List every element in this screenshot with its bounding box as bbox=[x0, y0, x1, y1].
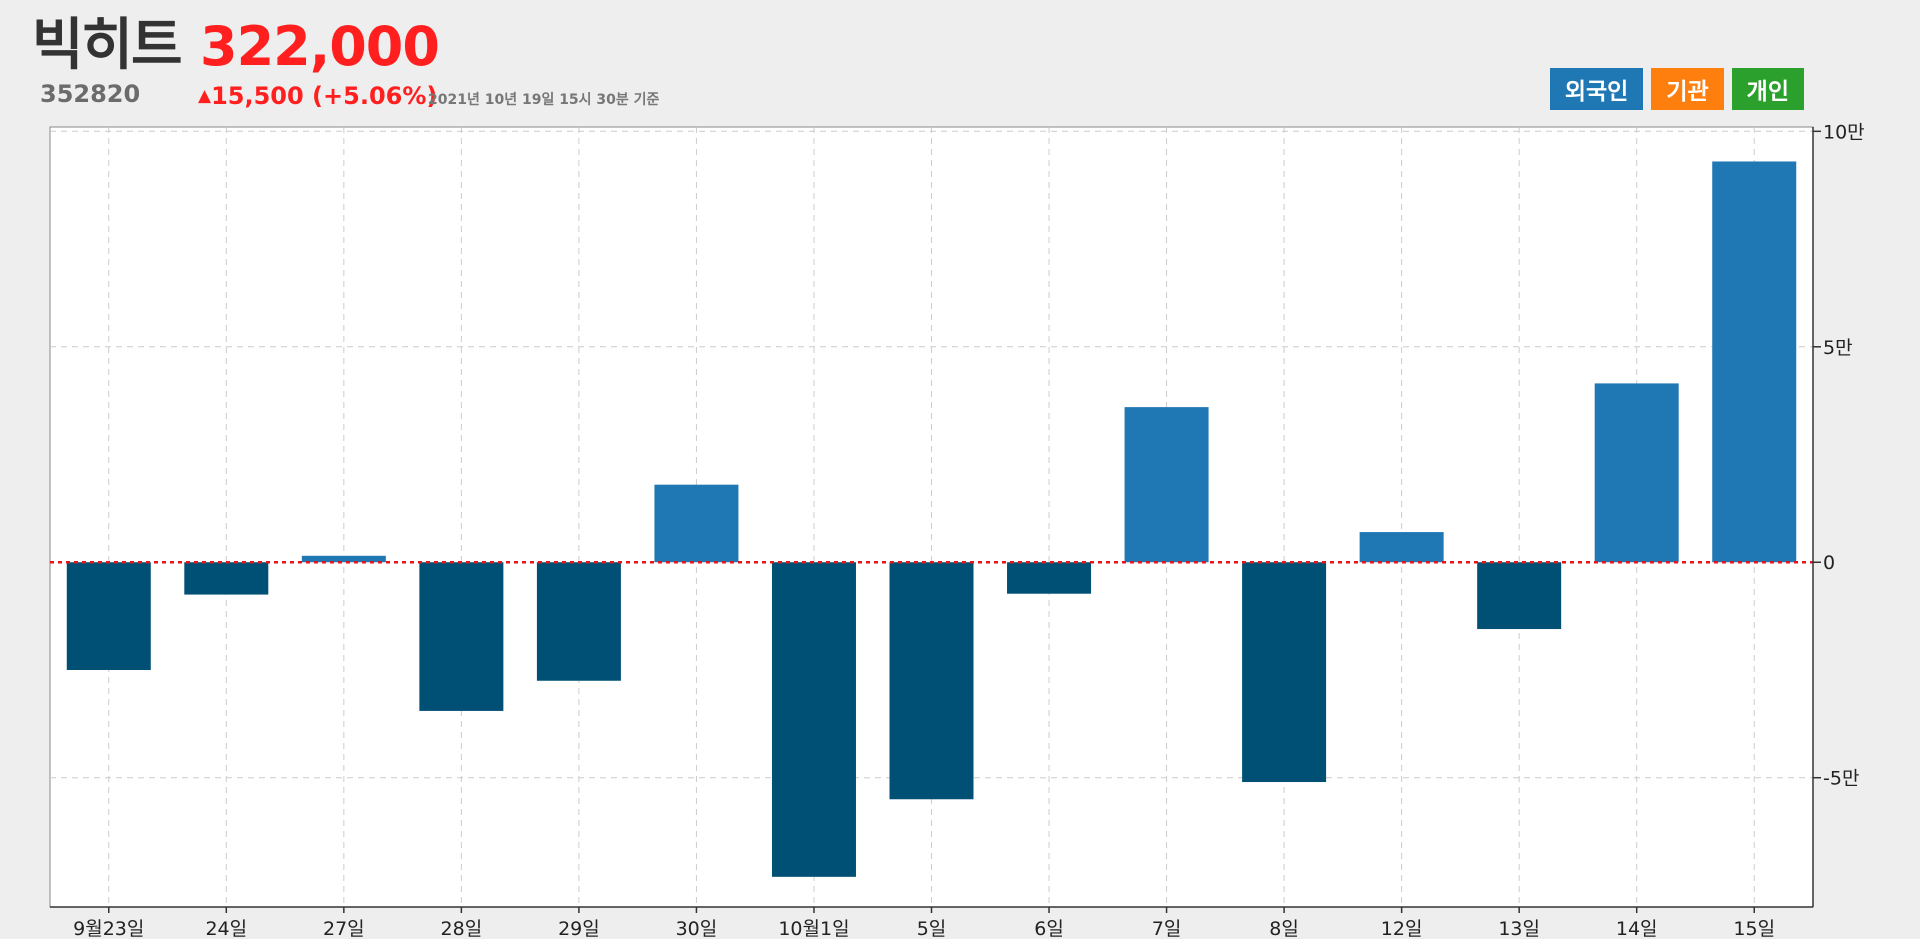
bar-8 bbox=[889, 562, 974, 800]
x-tick-label: 15일 bbox=[1733, 918, 1775, 939]
x-tick-label: 27일 bbox=[323, 918, 365, 939]
x-axis-ticks: 9월23일 24일 27일 28일 29일 30일 10월1일 5일 6일 7일 8일 12일 13일 1… bbox=[73, 907, 1775, 939]
bar-11 bbox=[1242, 562, 1327, 783]
bar-4 bbox=[419, 562, 504, 711]
bar-5 bbox=[536, 562, 621, 681]
bar-6 bbox=[654, 484, 739, 563]
bar-15 bbox=[1712, 161, 1797, 563]
y-tick-label: 5만 bbox=[1823, 337, 1853, 359]
bar-9 bbox=[1007, 562, 1092, 594]
bar-1 bbox=[66, 562, 151, 670]
y-tick-label: 0 bbox=[1823, 552, 1835, 574]
x-tick-label: 30일 bbox=[676, 918, 718, 939]
x-tick-label: 13일 bbox=[1498, 918, 1540, 939]
bar-13 bbox=[1477, 562, 1562, 630]
y-tick-label: 10만 bbox=[1823, 121, 1865, 143]
x-tick-label: 5일 bbox=[917, 918, 947, 939]
y-tick-label: -5만 bbox=[1823, 768, 1859, 790]
x-tick-label: 9월23일 bbox=[73, 918, 144, 939]
bar-12 bbox=[1359, 532, 1444, 563]
net-buy-bar-chart: 10만 5만 0 -5만 9월23일 24일 27일 28일 29일 30일 10월1일 5일 6일 7… bbox=[49, 121, 1865, 939]
x-tick-label: 28일 bbox=[441, 918, 483, 939]
x-tick-label: 6일 bbox=[1034, 918, 1064, 939]
bar-2 bbox=[184, 562, 269, 595]
bar-14 bbox=[1594, 383, 1679, 563]
x-tick-label: 10월1일 bbox=[778, 918, 849, 939]
bar-7 bbox=[771, 562, 856, 877]
x-tick-label: 29일 bbox=[558, 918, 600, 939]
y-axis-ticks: 10만 5만 0 -5만 bbox=[1813, 121, 1865, 790]
bar-10 bbox=[1124, 407, 1209, 563]
x-tick-label: 12일 bbox=[1381, 918, 1423, 939]
x-tick-label: 7일 bbox=[1152, 918, 1182, 939]
x-tick-label: 24일 bbox=[205, 918, 247, 939]
x-tick-label: 8일 bbox=[1269, 918, 1299, 939]
x-tick-label: 14일 bbox=[1616, 918, 1658, 939]
